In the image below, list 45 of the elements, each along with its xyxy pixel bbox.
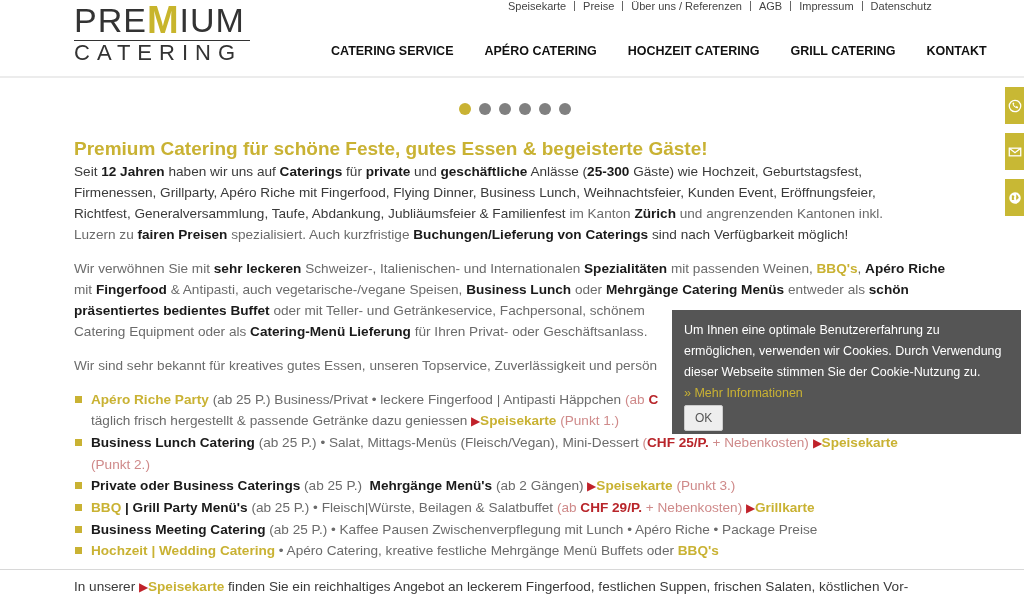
list-item-text: BBQ | Grill Party Menü's (ab 25 P.) • Fleisch|Würste, Beilagen & Salatbuffet (ab CHF 29/P. + Nebenkosten) ▶Grillkarte bbox=[91, 499, 815, 517]
top-link[interactable]: AGB bbox=[758, 0, 783, 12]
logo[interactable]: PREMIUM CATERING bbox=[74, 2, 254, 68]
cookie-text: Um Ihnen eine optimale Benutzererfahrung zu ermöglichen, verwenden wir Cookies. Durch Verwendung dieser Webseite stimmen Sie der Cookie-Nutzung zu. » Mehr Informationen bbox=[684, 322, 1003, 402]
nav-link[interactable]: APÉRO CATERING bbox=[484, 42, 597, 61]
top-link[interactable]: Impressum bbox=[799, 0, 854, 12]
text-line: präsentiertes bedientes Buffet oder mit Teller- und Getränkeservice, Fachpersonal, schönem bbox=[74, 302, 645, 320]
side-button[interactable] bbox=[1005, 87, 1024, 124]
nav-link[interactable]: HOCHZEIT CATERING bbox=[627, 42, 760, 61]
nav-link[interactable]: GRILL CATERING bbox=[790, 42, 896, 61]
side-button[interactable] bbox=[1005, 179, 1024, 216]
nav-link[interactable]: KONTAKT bbox=[926, 42, 987, 61]
logo-text: IUM bbox=[179, 2, 245, 38]
text-line: Firmenessen, Grillparty, Apéro Riche mit Fingerfood, Flying Dinner, Business Lunch, Weihnachtsfeier, Kunden Event, Eröffnungsfeier, bbox=[74, 184, 876, 202]
logo-text: PRE bbox=[74, 2, 147, 38]
text-line: Seit 12 Jahren haben wir uns auf Caterings für private und geschäftliche Anlässe (25-300 Gäste) wie Hochzeit, Geburtstagsfest, bbox=[74, 163, 863, 181]
top-link[interactable]: Datenschutz bbox=[870, 0, 932, 12]
bullet-icon bbox=[75, 504, 82, 511]
list-item-text: Business Meeting Catering (ab 25 P.) • Kaffee Pausen Zwischenverpflegung mit Lunch • Apéro Riche • Package Preise bbox=[91, 521, 818, 539]
top-link[interactable]: Über uns / Referenzen bbox=[631, 0, 742, 12]
text-line: Wir verwöhnen Sie mit sehr leckeren Schweizer-, Italienischen- und Internationalen Spezialitäten mit passenden Weinen, BBQ's, Apéro Riche bbox=[74, 260, 946, 278]
list-item-text: Apéro Riche Party (ab 25 P.) Business/Privat • leckere Fingerfood | Antipasti Häppchen (ab C täglich frisch hergestellt & passende Getränke dazu geniessen ▶Speisekarte (Punkt 1.) bbox=[91, 391, 659, 430]
text-line: Luzern zu fairen Preisen spezialisiert. Auch kurzfristige Buchungen/Lieferung von Caterings sind nach Verfügbarkeit möglich! bbox=[74, 226, 849, 244]
list-item-text: Private oder Business Caterings (ab 25 P.) Mehrgänge Menü's (ab 2 Gängen) ▶Speisekarte (Punkt 3.) bbox=[91, 477, 736, 495]
top-link[interactable]: Speisekarte bbox=[508, 0, 567, 12]
paragraph-text: In unserer ▶Speisekarte finden Sie ein reichhaltiges Angebot an leckerem Fingerfood, festlichen Suppen, frischen Salaten, köstlichen Vor- bbox=[74, 578, 910, 596]
text-line: Wir sind sehr bekannt für kreatives gutes Essen, unseren Topservice, Zuverlässigkeit und persön bbox=[74, 357, 658, 375]
text-line: mit Fingerfood & Antipasti, auch vegetarische-/vegane Speisen, Business Lunch oder Mehrgänge Catering Menüs entweder als schön bbox=[74, 281, 909, 299]
bullet-icon bbox=[75, 482, 82, 489]
heading: Premium Catering für schöne Feste, gutes Essen & begeisterte Gäste! bbox=[74, 137, 709, 161]
top-link[interactable]: Preise bbox=[583, 0, 615, 12]
ok-button[interactable]: OK bbox=[684, 405, 724, 431]
nav-link[interactable]: CATERING SERVICE bbox=[331, 42, 454, 61]
logo-accent: M bbox=[146, 2, 180, 38]
text-line: Catering Equipment oder als Catering-Menü Lieferung für Ihren Privat- oder Geschäftsanlass. bbox=[74, 323, 648, 341]
list-item-text: Hochzeit | Wedding Catering • Apéro Catering, kreative festliche Mehrgänge Menü Buffets oder BBQ's bbox=[91, 542, 719, 560]
list-item-text: Business Lunch Catering (ab 25 P.) • Salat, Mittags-Menüs (Fleisch/Vegan), Mini-Dessert (CHF 25/P. + Nebenkosten) ▶Speisekarte (Punkt 2.) bbox=[91, 434, 898, 474]
logo-text: CATERING bbox=[74, 41, 244, 65]
text-line: Richtfest, Generalversammlung, Taufe, Abdankung, Jubliäumsfeier & Familienfest im Kanton Zürich und angrenzenden Kantonen inkl. bbox=[74, 205, 884, 223]
phone-icon bbox=[1008, 98, 1022, 113]
bullet-icon bbox=[75, 396, 82, 403]
bullet-icon bbox=[75, 547, 82, 554]
more-info-link[interactable]: » Mehr Informationen bbox=[684, 386, 803, 400]
bullet-icon bbox=[75, 526, 82, 533]
bullet-icon bbox=[75, 439, 82, 446]
